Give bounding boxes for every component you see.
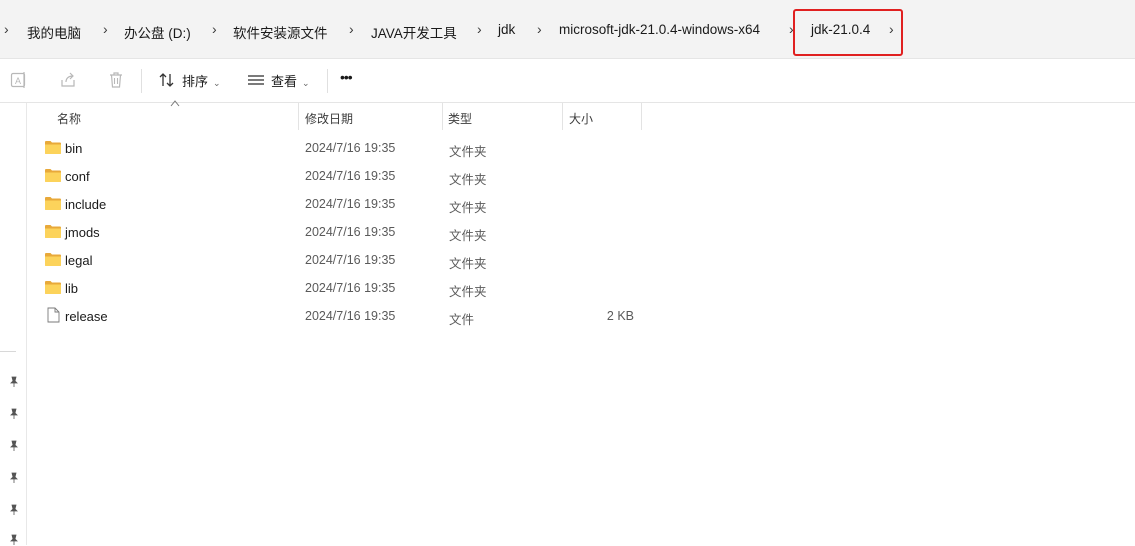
folder-icon xyxy=(45,197,61,210)
breadcrumb-item-my-computer[interactable]: 我的电脑 xyxy=(27,22,81,42)
file-type: 文件夹 xyxy=(449,229,487,243)
breadcrumb-item-jdk[interactable]: jdk xyxy=(498,22,515,37)
file-name: release xyxy=(65,309,108,324)
pin-icon[interactable] xyxy=(8,376,20,388)
column-header-name-label: 名称 xyxy=(57,112,82,126)
file-name: include xyxy=(65,197,107,212)
file-date: 2024/7/16 19:35 xyxy=(305,197,396,211)
file-name: legal xyxy=(65,253,93,268)
file-name: lib xyxy=(65,281,79,296)
file-type: 文件夹 xyxy=(449,257,487,271)
command-toolbar: A 排序 ⌄ 查看 ⌄ ••• xyxy=(0,59,1135,103)
divider xyxy=(0,351,16,352)
more-options-icon[interactable]: ••• xyxy=(340,69,353,85)
file-name: jmods xyxy=(65,225,100,240)
column-header-size-label: 大小 xyxy=(569,112,594,126)
file-row[interactable]: lib 2024/7/16 19:35 文件夹 xyxy=(28,274,648,302)
svg-text:A: A xyxy=(15,76,21,86)
file-row[interactable]: bin 2024/7/16 19:35 文件夹 xyxy=(28,134,648,162)
file-date: 2024/7/16 19:35 xyxy=(305,169,396,183)
file-icon xyxy=(47,307,60,323)
breadcrumb-chevron-icon[interactable]: › xyxy=(537,21,542,37)
delete-icon[interactable] xyxy=(106,70,126,90)
pin-icon[interactable] xyxy=(8,504,20,516)
breadcrumb-chevron-icon[interactable]: › xyxy=(4,21,9,37)
view-button[interactable]: 查看 ⌄ xyxy=(271,71,310,90)
column-header-type[interactable]: 类型 xyxy=(443,103,562,130)
file-date: 2024/7/16 19:35 xyxy=(305,253,396,267)
column-header-date-label: 修改日期 xyxy=(305,112,354,126)
file-size: 2 KB xyxy=(606,309,634,323)
share-icon[interactable] xyxy=(58,70,78,90)
breadcrumb-item-drive-d[interactable]: 办公盘 (D:) xyxy=(124,22,191,42)
file-date: 2024/7/16 19:35 xyxy=(305,309,396,323)
file-type: 文件夹 xyxy=(449,173,487,187)
pin-icon[interactable] xyxy=(8,472,20,484)
breadcrumb-item-software-install[interactable]: 软件安装源文件 xyxy=(233,22,328,42)
file-type: 文件夹 xyxy=(449,201,487,215)
pin-icon[interactable] xyxy=(8,440,20,452)
column-header-size[interactable]: 大小 xyxy=(563,103,641,130)
breadcrumb-chevron-icon[interactable]: › xyxy=(349,21,354,37)
file-row[interactable]: include 2024/7/16 19:35 文件夹 xyxy=(28,190,648,218)
column-divider[interactable] xyxy=(641,103,642,130)
file-type: 文件夹 xyxy=(449,285,487,299)
column-header-name[interactable]: 名称 xyxy=(28,103,298,130)
file-name: bin xyxy=(65,141,83,156)
navigation-pane-edge xyxy=(0,103,27,545)
file-type: 文件夹 xyxy=(449,145,487,159)
file-row[interactable]: legal 2024/7/16 19:35 文件夹 xyxy=(28,246,648,274)
file-row[interactable]: jmods 2024/7/16 19:35 文件夹 xyxy=(28,218,648,246)
chevron-down-icon: ⌄ xyxy=(213,78,221,88)
toolbar-divider xyxy=(141,69,142,93)
breadcrumb-item-java-tools[interactable]: JAVA开发工具 xyxy=(371,22,457,42)
pin-icon[interactable] xyxy=(8,534,20,546)
file-row[interactable]: release 2024/7/16 19:35 文件 2 KB xyxy=(28,302,648,330)
column-header-date[interactable]: 修改日期 xyxy=(299,103,442,130)
folder-icon xyxy=(45,225,61,238)
rename-icon[interactable]: A xyxy=(9,70,29,90)
view-label: 查看 xyxy=(271,74,298,89)
sort-button[interactable]: 排序 ⌄ xyxy=(182,71,221,90)
file-date: 2024/7/16 19:35 xyxy=(305,141,396,155)
sort-label: 排序 xyxy=(182,74,209,89)
folder-icon xyxy=(45,169,61,182)
file-date: 2024/7/16 19:35 xyxy=(305,225,396,239)
file-type: 文件 xyxy=(449,313,475,327)
toolbar-divider xyxy=(327,69,328,93)
column-header-type-label: 类型 xyxy=(448,112,473,126)
folder-icon xyxy=(45,141,61,154)
pin-icon[interactable] xyxy=(8,408,20,420)
chevron-down-icon: ⌄ xyxy=(302,78,310,88)
file-row[interactable]: conf 2024/7/16 19:35 文件夹 xyxy=(28,162,648,190)
file-date: 2024/7/16 19:35 xyxy=(305,281,396,295)
breadcrumb-chevron-icon[interactable]: › xyxy=(103,21,108,37)
address-breadcrumb: › 我的电脑 › 办公盘 (D:) › 软件安装源文件 › JAVA开发工具 ›… xyxy=(0,0,1135,59)
highlight-box xyxy=(793,9,903,56)
sort-icon xyxy=(159,73,174,87)
folder-icon xyxy=(45,253,61,266)
breadcrumb-chevron-icon[interactable]: › xyxy=(477,21,482,37)
view-icon xyxy=(248,75,264,85)
breadcrumb-chevron-icon[interactable]: › xyxy=(212,21,217,37)
breadcrumb-item-microsoft-jdk[interactable]: microsoft-jdk-21.0.4-windows-x64 xyxy=(559,22,760,37)
folder-icon xyxy=(45,281,61,294)
file-name: conf xyxy=(65,169,90,184)
